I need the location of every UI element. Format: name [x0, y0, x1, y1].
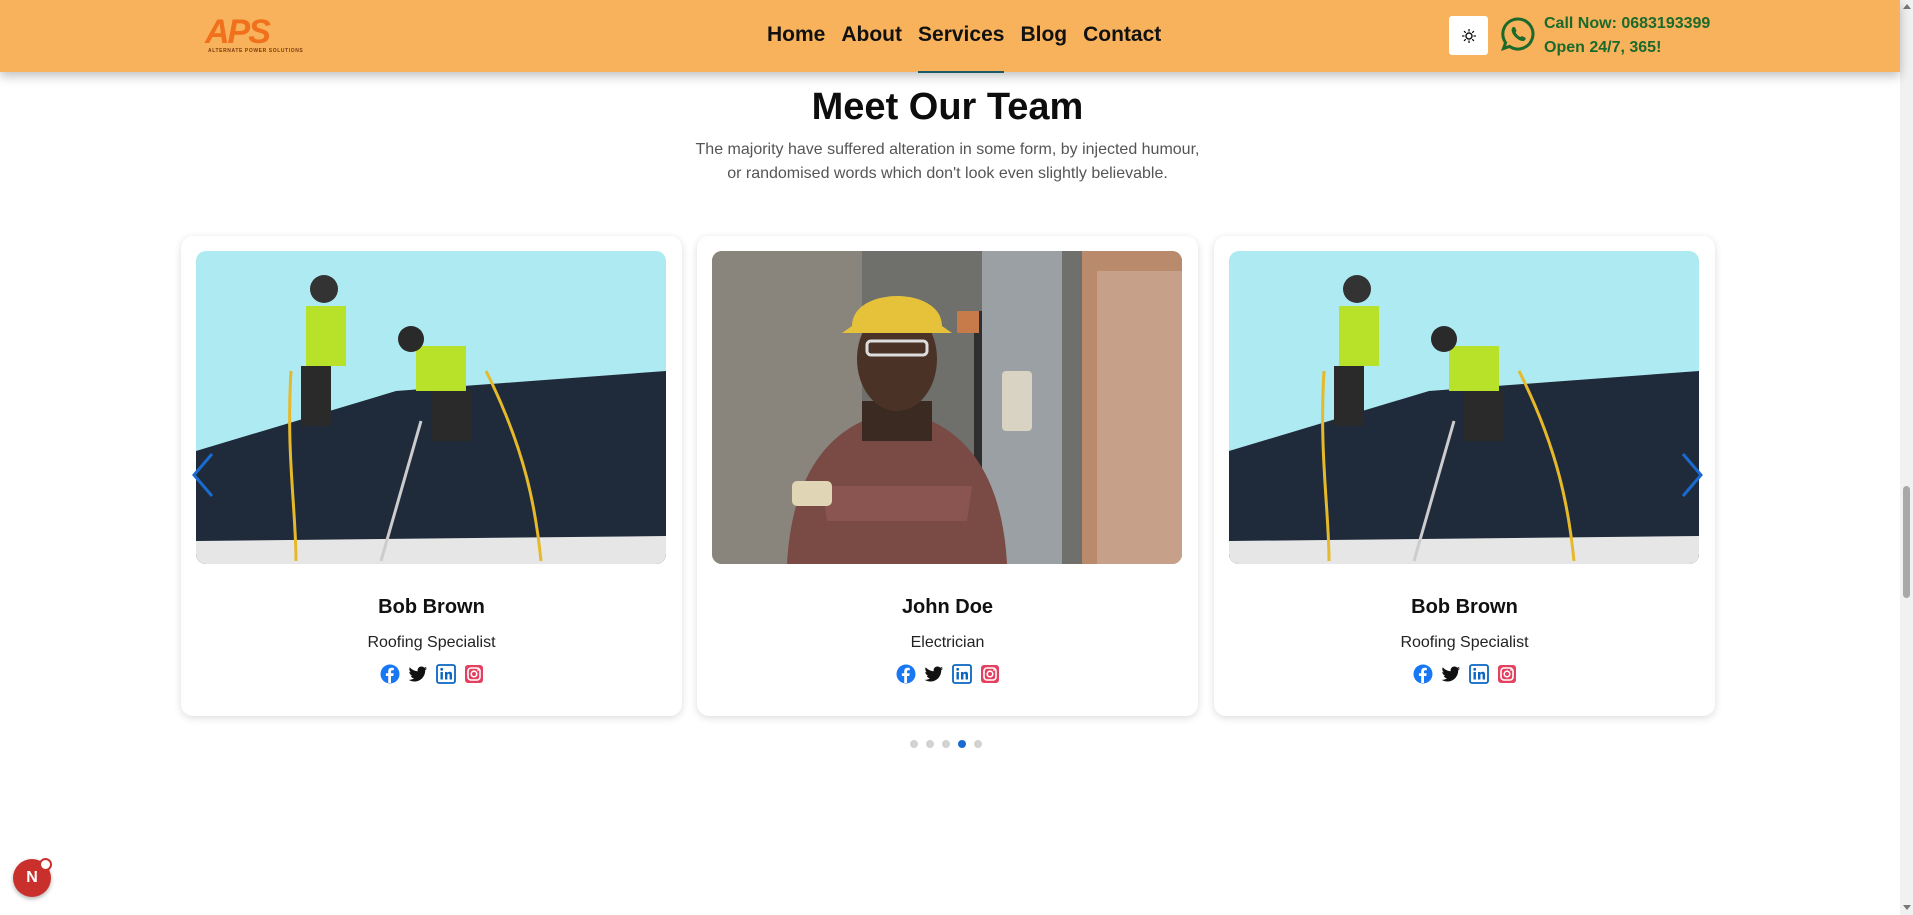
- social-links: [1214, 664, 1715, 684]
- team-card: Bob Brown Roofing Specialist: [181, 236, 682, 716]
- chevron-left-icon[interactable]: [188, 450, 218, 500]
- page-scrollbar[interactable]: [1900, 0, 1913, 915]
- main-nav: Home About Services Blog Contact: [767, 22, 1161, 73]
- notification-dot: [39, 858, 52, 871]
- badge-letter: N: [26, 869, 38, 886]
- chevron-right-icon[interactable]: [1677, 450, 1707, 500]
- scrollbar-thumb[interactable]: [1903, 486, 1910, 598]
- scroll-up-icon[interactable]: [1903, 4, 1911, 9]
- carousel-pagination: [910, 740, 982, 748]
- nav-contact[interactable]: Contact: [1083, 22, 1161, 48]
- pagination-dot[interactable]: [926, 740, 934, 748]
- nav-about[interactable]: About: [841, 22, 902, 48]
- twitter-icon[interactable]: [1441, 664, 1461, 684]
- instagram-icon[interactable]: [464, 664, 484, 684]
- team-photo-electrician: [712, 251, 1182, 564]
- linkedin-icon[interactable]: [1468, 664, 1489, 684]
- pagination-dot[interactable]: [974, 740, 982, 748]
- nav-blog[interactable]: Blog: [1020, 22, 1067, 48]
- pagination-dot[interactable]: [910, 740, 918, 748]
- logo-subtext: ALTERNATE POWER SOLUTIONS: [208, 48, 304, 54]
- twitter-icon[interactable]: [408, 664, 428, 684]
- facebook-icon[interactable]: [1413, 664, 1433, 684]
- site-header: APS ALTERNATE POWER SOLUTIONS Home About…: [0, 0, 1900, 73]
- opening-hours: Open 24/7, 365!: [1544, 39, 1662, 56]
- pagination-dot-active[interactable]: [958, 740, 966, 748]
- sun-icon: [1461, 28, 1476, 43]
- team-photo-roofers: [196, 251, 666, 564]
- member-name: John Doe: [901, 596, 994, 618]
- theme-toggle-button[interactable]: [1449, 16, 1488, 55]
- section-description: The majority have suffered alteration in…: [695, 141, 1200, 182]
- whatsapp-icon[interactable]: [1500, 16, 1536, 52]
- linkedin-icon[interactable]: [435, 664, 456, 684]
- member-name: Bob Brown: [1411, 596, 1518, 618]
- member-name: Bob Brown: [378, 596, 485, 618]
- section-title: Meet Our Team: [811, 86, 1084, 128]
- twitter-icon[interactable]: [924, 664, 944, 684]
- team-card: John Doe Electrician: [697, 236, 1198, 716]
- member-role: Roofing Specialist: [1400, 634, 1529, 651]
- nav-services[interactable]: Services: [918, 22, 1005, 73]
- facebook-icon[interactable]: [380, 664, 400, 684]
- instagram-icon[interactable]: [1497, 664, 1517, 684]
- call-info: Call Now: 0683193399 Open 24/7, 365!: [1544, 12, 1710, 60]
- scroll-down-icon[interactable]: [1903, 905, 1911, 910]
- logo[interactable]: APS ALTERNATE POWER SOLUTIONS: [205, 13, 303, 56]
- floating-badge[interactable]: N: [13, 858, 52, 897]
- team-card: Bob Brown Roofing Specialist: [1214, 236, 1715, 716]
- call-now-link[interactable]: Call Now: 0683193399: [1544, 12, 1710, 36]
- team-photo-roofers: [1229, 251, 1699, 564]
- social-links: [697, 664, 1198, 684]
- social-links: [181, 664, 682, 684]
- instagram-icon[interactable]: [980, 664, 1000, 684]
- member-role: Electrician: [910, 634, 985, 651]
- linkedin-icon[interactable]: [951, 664, 972, 684]
- nav-home[interactable]: Home: [767, 22, 825, 48]
- pagination-dot[interactable]: [942, 740, 950, 748]
- logo-text: APS: [205, 13, 271, 51]
- member-role: Roofing Specialist: [367, 634, 496, 651]
- facebook-icon[interactable]: [896, 664, 916, 684]
